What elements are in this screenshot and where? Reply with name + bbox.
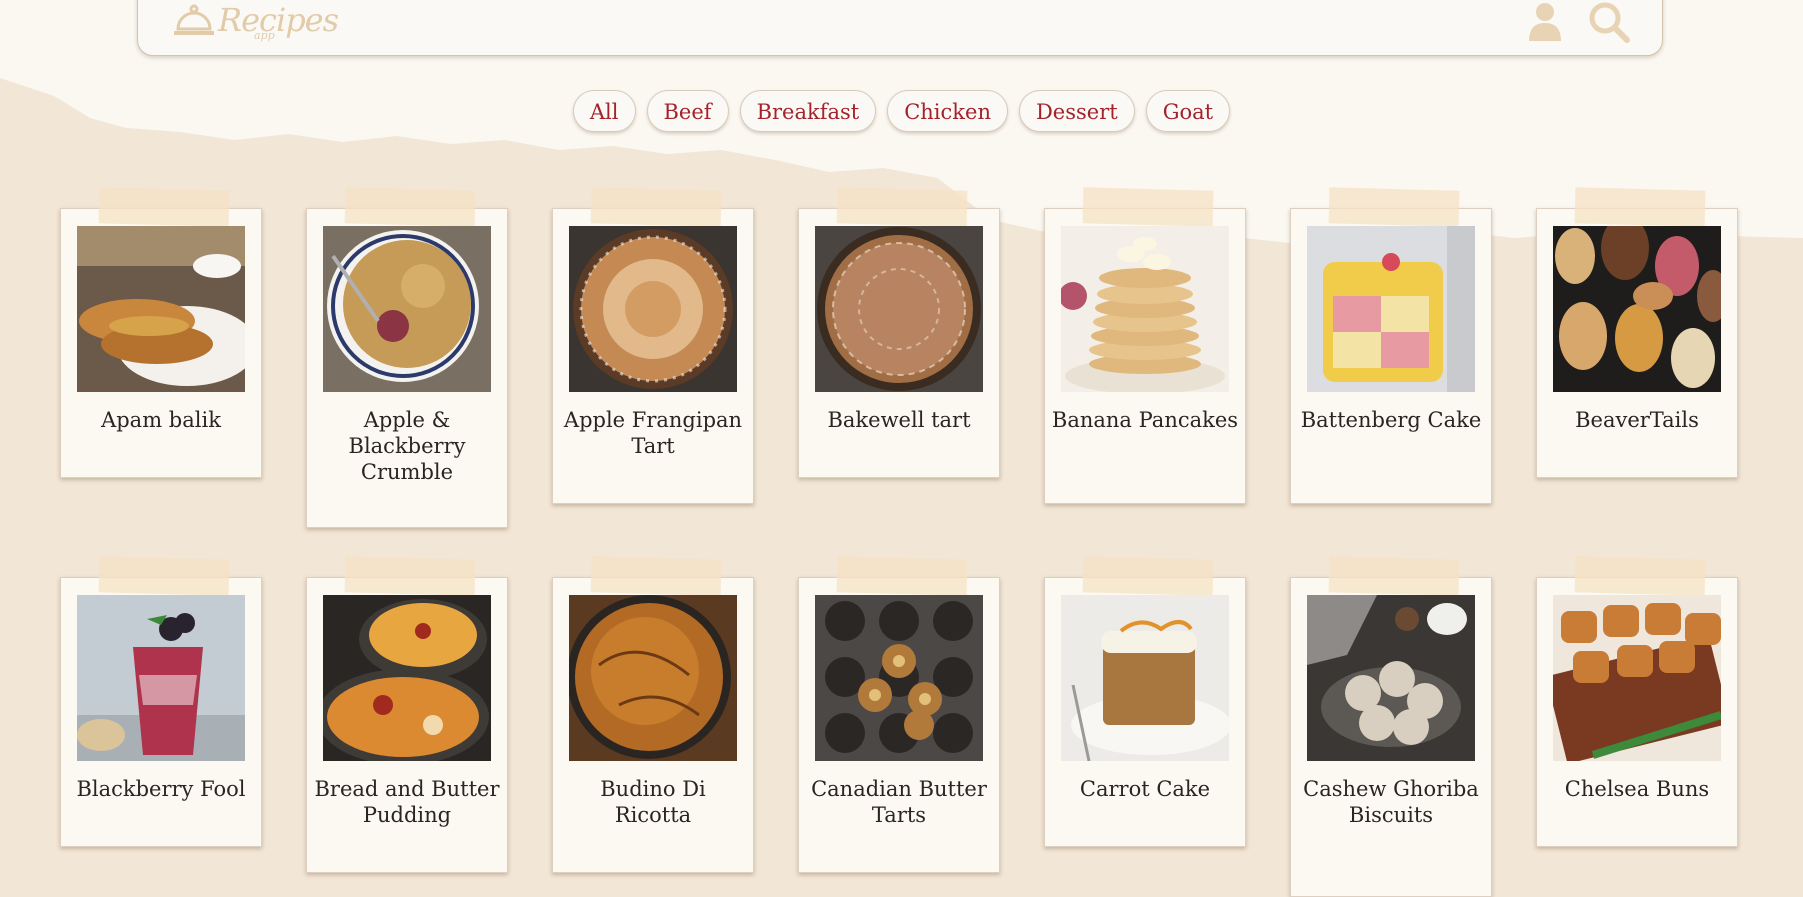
tape-decoration [344,187,476,227]
recipe-photo [569,595,737,761]
recipe-photo [815,226,983,392]
logo-text: Recipes [218,1,339,39]
tape-decoration [590,556,722,596]
recipe-card[interactable]: Blackberry Fool [60,556,262,847]
recipe-photo [77,595,245,761]
recipe-title: Battenberg Cake [1300,408,1482,432]
category-filters: All Beef Breakfast Chicken Dessert Goat [0,90,1803,132]
recipe-photo [323,595,491,761]
filter-goat-button[interactable]: Goat [1145,90,1231,132]
recipe-card[interactable]: Carrot Cake [1044,556,1246,847]
recipe-photo [1553,226,1721,392]
recipe-title: Chelsea Buns [1564,777,1710,801]
tape-decoration [836,187,968,227]
tape-decoration [1082,556,1214,596]
recipe-photo [77,226,245,392]
tape-decoration [1574,187,1706,227]
tape-decoration [98,556,230,596]
filter-beef-button[interactable]: Beef [646,90,729,132]
recipe-card[interactable]: Budino Di Ricotta [552,556,754,873]
recipe-title: Bakewell tart [827,408,971,432]
tape-decoration [1328,187,1460,227]
recipe-card[interactable]: Apple Frangipan Tart [552,187,754,504]
recipe-title: Apple & Blackberry Crumble [348,408,466,484]
tape-decoration [98,187,230,227]
tape-decoration [1328,556,1460,596]
recipe-card[interactable]: Bakewell tart [798,187,1000,478]
filter-breakfast-button[interactable]: Breakfast [739,90,877,132]
recipe-card[interactable]: Battenberg Cake [1290,187,1492,504]
recipe-title: Apple Frangipan Tart [563,408,743,458]
recipe-photo [1061,226,1229,392]
recipe-title: Carrot Cake [1079,777,1211,801]
logo-subtext: app [254,29,275,42]
recipe-photo [569,226,737,392]
recipe-photo [323,226,491,392]
search-icon[interactable] [1588,1,1630,43]
recipe-photo [1061,595,1229,761]
tape-decoration [836,556,968,596]
recipe-card[interactable]: Chelsea Buns [1536,556,1738,847]
recipe-card[interactable]: Apple & Blackberry Crumble [306,187,508,528]
recipe-card[interactable]: Banana Pancakes [1044,187,1246,504]
recipe-title: Budino Di Ricotta [600,777,706,827]
recipe-title: BeaverTails [1575,408,1699,432]
recipe-photo [1307,226,1475,392]
recipe-title: Blackberry Fool [76,777,246,801]
recipe-card[interactable]: Apam balik [60,187,262,478]
tape-decoration [344,556,476,596]
recipe-photo [1307,595,1475,761]
recipe-title: Apam balik [101,408,221,432]
recipe-title: Banana Pancakes [1051,408,1239,432]
recipe-title: Cashew Ghoriba Biscuits [1303,777,1479,827]
recipe-card[interactable]: Canadian Butter Tarts [798,556,1000,873]
recipe-card[interactable]: BeaverTails [1536,187,1738,478]
tape-decoration [1082,187,1214,227]
recipe-card[interactable]: Bread and Butter Pudding [306,556,508,873]
tape-decoration [1574,556,1706,596]
cloche-icon [174,4,214,35]
app-header: Recipes app [137,0,1663,56]
recipe-photo [1553,595,1721,761]
user-icon[interactable] [1528,1,1562,41]
recipe-title: Bread and Butter Pudding [314,777,500,827]
recipe-card[interactable]: Cashew Ghoriba Biscuits [1290,556,1492,897]
tape-decoration [590,187,722,227]
recipe-photo [815,595,983,761]
filter-dessert-button[interactable]: Dessert [1018,90,1135,132]
filter-chicken-button[interactable]: Chicken [887,90,1008,132]
recipe-title: Canadian Butter Tarts [811,777,987,827]
filter-all-button[interactable]: All [572,90,636,132]
